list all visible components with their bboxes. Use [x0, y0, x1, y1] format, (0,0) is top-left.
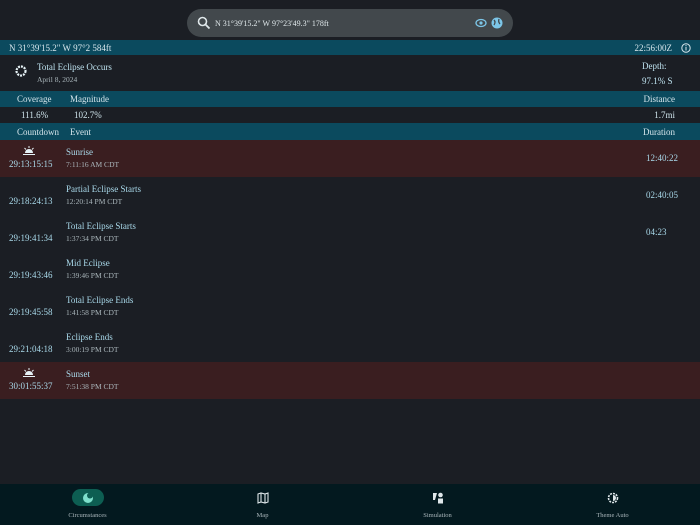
event-header: Event: [70, 126, 91, 137]
event-name: Mid Eclipse: [66, 258, 110, 268]
nav-label: Circumstances: [68, 512, 107, 519]
search-icon: [197, 16, 211, 30]
stats-values: 111.6% 102.7% 1.7mi: [0, 107, 700, 123]
duration-header: Duration: [643, 126, 675, 137]
magnitude-header: Magnitude: [70, 94, 109, 104]
utc-time: 22:56:00Z: [634, 42, 673, 53]
coverage-header: Coverage: [17, 94, 52, 104]
nav-label: Simulation: [423, 512, 452, 519]
location-coords: N 31°39'15.2" W 97°2 584ft: [9, 42, 112, 53]
search-input[interactable]: N 31°39'15.2" W 97°23'49.3" 178ft: [215, 19, 471, 28]
nav-map[interactable]: Map: [175, 484, 350, 525]
globe-icon[interactable]: [491, 17, 503, 29]
simulation-icon: [432, 492, 443, 503]
magnitude-value: 102.7%: [74, 110, 102, 120]
event-row[interactable]: 29:19:41:34 Total Eclipse Starts 1:37:34…: [0, 214, 700, 251]
event-countdown: 29:19:45:58: [9, 307, 53, 317]
nav-label: Theme Auto: [596, 512, 629, 519]
nav-label: Map: [256, 512, 269, 519]
events-header: Countdown Event Duration: [0, 123, 700, 140]
event-countdown: 29:21:04:18: [9, 344, 53, 354]
search-bar[interactable]: N 31°39'15.2" W 97°23'49.3" 178ft: [187, 9, 513, 37]
summary-date: April 8, 2024: [37, 75, 78, 84]
stats-header: Coverage Magnitude Distance: [0, 91, 700, 107]
event-time: 1:37:34 PM CDT: [66, 234, 119, 243]
distance-value: 1.7mi: [654, 110, 675, 120]
event-time: 7:11:16 AM CDT: [66, 160, 120, 169]
summary-title: Total Eclipse Occurs: [37, 62, 112, 72]
event-name: Total Eclipse Starts: [66, 221, 136, 231]
depth-label: Depth:: [642, 61, 667, 71]
sunrise-icon: [23, 146, 35, 155]
event-name: Total Eclipse Ends: [66, 295, 134, 305]
event-name: Partial Eclipse Starts: [66, 184, 141, 194]
event-duration: 04:23: [646, 227, 667, 237]
event-countdown: 29:19:41:34: [9, 233, 53, 243]
theme-icon: [607, 492, 618, 503]
map-icon: [256, 491, 269, 504]
event-row[interactable]: 29:19:43:46 Mid Eclipse 1:39:46 PM CDT: [0, 251, 700, 288]
event-time: 1:41:58 PM CDT: [66, 308, 119, 317]
eclipse-summary: Total Eclipse Occurs April 8, 2024 Depth…: [0, 55, 700, 90]
depth-value: 97.1% S: [642, 76, 673, 86]
event-countdown: 29:13:15:15: [9, 159, 53, 169]
event-name: Sunset: [66, 369, 91, 379]
event-row[interactable]: 29:13:15:15 Sunrise 7:11:16 AM CDT 12:40…: [0, 140, 700, 177]
nav-theme[interactable]: Theme Auto: [525, 484, 700, 525]
event-row[interactable]: 29:19:45:58 Total Eclipse Ends 1:41:58 P…: [0, 288, 700, 325]
event-time: 12:20:14 PM CDT: [66, 197, 123, 206]
event-countdown: 30:01:55:37: [9, 381, 53, 391]
nav-simulation[interactable]: Simulation: [350, 484, 525, 525]
event-duration: 02:40:05: [646, 190, 679, 200]
eclipse-icon: [82, 492, 93, 503]
event-countdown: 29:18:24:13: [9, 196, 53, 206]
coverage-value: 111.6%: [21, 110, 49, 120]
event-name: Eclipse Ends: [66, 332, 113, 342]
countdown-header: Countdown: [17, 126, 60, 137]
location-bar: N 31°39'15.2" W 97°2 584ft 22:56:00Z: [0, 40, 700, 55]
sunset-icon: [23, 368, 35, 377]
nav-circumstances[interactable]: Circumstances: [0, 484, 175, 525]
event-row[interactable]: 29:18:24:13 Partial Eclipse Starts 12:20…: [0, 177, 700, 214]
info-icon[interactable]: [681, 42, 691, 53]
event-countdown: 29:19:43:46: [9, 270, 53, 280]
eye-icon[interactable]: [475, 17, 487, 29]
event-duration: 12:40:22: [646, 153, 679, 163]
sun-gear-icon: [15, 65, 27, 77]
event-row[interactable]: 29:21:04:18 Eclipse Ends 3:00:19 PM CDT: [0, 325, 700, 362]
bottom-nav: Circumstances Map Simulation Theme Auto: [0, 484, 700, 525]
event-time: 7:51:38 PM CDT: [66, 382, 119, 391]
event-name: Sunrise: [66, 147, 93, 157]
event-time: 3:00:19 PM CDT: [66, 345, 119, 354]
event-row[interactable]: 30:01:55:37 Sunset 7:51:38 PM CDT: [0, 362, 700, 399]
distance-header: Distance: [643, 94, 676, 104]
event-time: 1:39:46 PM CDT: [66, 271, 119, 280]
